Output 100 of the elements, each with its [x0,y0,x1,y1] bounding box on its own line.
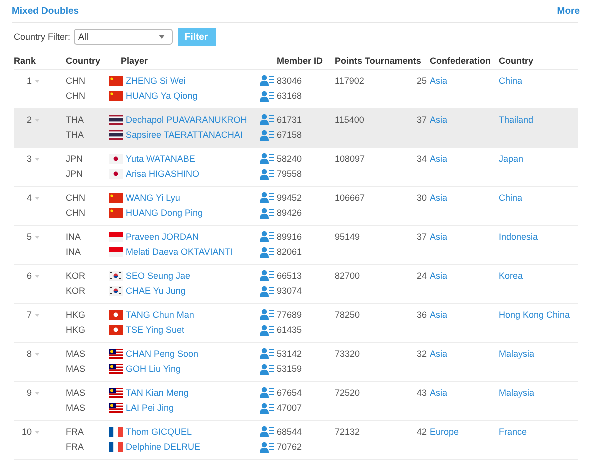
tournaments-count: 42 [416,426,428,437]
confederation-link[interactable]: Asia [430,310,499,320]
points-value: 106667 [335,192,365,203]
filter-button[interactable]: Filter [178,28,216,46]
confederation-link[interactable]: Asia [430,76,499,86]
member-id: 61435 [277,325,304,336]
flag-icon [109,348,123,359]
tournaments-count: 32 [416,348,428,359]
player-link[interactable]: TAN Kian Meng [126,388,260,398]
player-link[interactable]: WANG Yi Lyu [126,192,260,203]
flag-icon [109,426,123,437]
tournaments-count: 24 [416,270,428,281]
flag-icon [109,154,123,164]
more-link[interactable]: More [557,6,580,17]
rank-number: 7 [26,310,32,320]
player-link[interactable]: TSE Ying Suet [126,325,260,336]
flag-icon [109,247,123,258]
tournaments-count: 30 [416,192,428,203]
player-profile-icon [260,324,274,336]
country-code: FRA [66,426,85,437]
tournaments-count: 36 [416,310,428,320]
column-header: Player [120,56,150,66]
country-link[interactable]: Indonesia [499,232,582,242]
flag-icon [109,270,123,281]
country-link[interactable]: Hong Kong China [499,310,582,320]
player-link[interactable]: Dechapol PUAVARANUKROH [126,114,260,125]
flag-icon [109,388,123,398]
confederation-link[interactable]: Asia [430,192,499,203]
flag-icon [109,232,123,242]
country-link[interactable]: Thailand [499,114,582,125]
country-link[interactable]: Malaysia [499,388,582,398]
flag-icon [109,310,123,320]
player-profile-icon [260,90,274,102]
flag-icon [109,91,123,102]
confederation-link[interactable]: Asia [430,348,499,359]
column-header: Tournaments [365,56,422,66]
member-id: 89426 [277,208,304,218]
rank-number: 2 [26,115,32,125]
player-profile-icon [260,286,274,297]
country-code: MAS [66,403,87,414]
player-link[interactable]: GOH Liu Ying [126,364,260,374]
caret-icon [35,353,40,356]
tournaments-count: 37 [416,232,428,242]
country-link[interactable]: France [499,426,582,437]
country-select[interactable]: All [74,29,173,45]
flag-icon [109,130,123,140]
points-value: 82700 [335,270,362,281]
country-link[interactable]: Malaysia [499,348,582,359]
confederation-link[interactable]: Europe [430,426,499,437]
flag-icon [109,364,123,374]
country-code: HKG [66,325,87,336]
player-profile-icon [260,442,274,453]
country-link[interactable]: Japan [499,154,582,164]
caret-icon [35,392,40,395]
member-id: 89916 [277,232,304,242]
points-value: 72132 [335,426,362,437]
country-link[interactable]: China [499,76,582,86]
confederation-link[interactable]: Asia [430,232,499,242]
caret-icon [35,314,40,317]
country-code: THA [66,130,85,140]
player-link[interactable]: LAI Pei Jing [126,403,260,414]
player-profile-icon [260,348,274,360]
player-link[interactable]: CHAN Peng Soon [126,348,260,359]
player-profile-icon [260,114,274,126]
player-link[interactable]: CHAE Yu Jung [126,286,260,296]
player-link[interactable]: ZHENG Si Wei [126,76,260,86]
flag-icon [109,169,123,180]
country-link[interactable]: Korea [499,270,582,281]
player-link[interactable]: Thom GICQUEL [126,426,260,437]
player-profile-icon [260,246,274,258]
player-link[interactable]: Yuta WATANABE [126,154,260,164]
player-profile-icon [260,426,274,438]
flag-icon [109,114,123,125]
player-link[interactable]: Sapsiree TAERATTANACHAI [126,130,260,140]
player-link[interactable]: HUANG Ya Qiong [126,91,260,102]
player-profile-icon [260,192,274,204]
player-profile-icon [260,309,274,320]
rank-number: 1 [26,76,32,86]
player-link[interactable]: SEO Seung Jae [126,270,260,281]
country-link[interactable]: China [499,192,582,203]
confederation-link[interactable]: Asia [430,154,499,164]
confederation-link[interactable]: Asia [430,114,499,125]
caret-icon [35,275,40,278]
player-profile-icon [260,231,274,242]
confederation-link[interactable]: Asia [430,388,499,398]
country-code: JPN [66,154,84,164]
rank-number: 4 [26,193,32,203]
player-link[interactable]: Delphine DELRUE [126,442,260,452]
member-id: 53159 [277,364,304,374]
confederation-link[interactable]: Asia [430,270,499,281]
caret-icon [158,35,165,39]
player-link[interactable]: Arisa HIGASHINO [126,169,260,180]
player-link[interactable]: Praveen JORDAN [126,232,260,242]
player-link[interactable]: TANG Chun Man [126,310,260,320]
points-value: 115400 [335,114,365,125]
column-header: Country [499,56,534,66]
country-code: CHN [66,91,86,102]
player-link[interactable]: Melati Daeva OKTAVIANTI [126,247,260,258]
player-link[interactable]: HUANG Dong Ping [126,208,260,218]
player-profile-icon [260,402,274,414]
